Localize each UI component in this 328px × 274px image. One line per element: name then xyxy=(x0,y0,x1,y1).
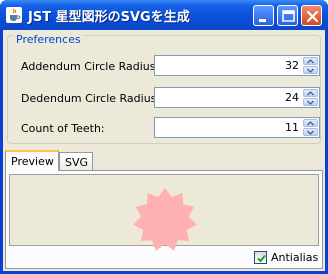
preview-canvas xyxy=(9,174,319,251)
teeth-count-spinner[interactable]: 11 xyxy=(154,117,320,138)
teeth-count-label: Count of Teeth: xyxy=(21,122,105,135)
spinner-buttons xyxy=(303,89,318,106)
spin-up-button[interactable] xyxy=(303,89,318,97)
antialias-label: Antialias xyxy=(271,251,319,264)
checkmark-icon xyxy=(257,254,266,263)
close-button[interactable] xyxy=(301,5,322,26)
app-window: JST 星型図形のSVGを生成 Preferences Addendum Cir… xyxy=(0,0,328,274)
spin-down-button[interactable] xyxy=(303,128,318,136)
dedendum-radius-value[interactable]: 24 xyxy=(285,91,299,104)
window-title: JST 星型図形のSVGを生成 xyxy=(28,10,190,25)
chevron-up-icon xyxy=(307,91,314,96)
spin-up-button[interactable] xyxy=(303,119,318,127)
addendum-radius-spinner[interactable]: 32 xyxy=(154,55,320,76)
spinner-buttons xyxy=(303,57,318,74)
maximize-button[interactable] xyxy=(277,5,298,26)
chevron-down-icon xyxy=(307,100,314,105)
chevron-down-icon xyxy=(307,68,314,73)
chevron-up-icon xyxy=(307,121,314,126)
addendum-radius-value[interactable]: 32 xyxy=(285,59,299,72)
addendum-radius-label: Addendum Circle Radius: xyxy=(21,60,160,73)
tab-preview[interactable]: Preview xyxy=(5,150,59,171)
title-bar[interactable]: JST 星型図形のSVGを生成 xyxy=(0,0,328,30)
dedendum-radius-spinner[interactable]: 24 xyxy=(154,87,320,108)
window-content: Preferences Addendum Circle Radius: 32 D… xyxy=(3,30,325,271)
minimize-icon xyxy=(259,19,266,22)
spin-down-button[interactable] xyxy=(303,66,318,74)
preview-tab-panel: Antialias xyxy=(5,170,323,269)
spinner-buttons xyxy=(303,119,318,136)
tab-svg-label: SVG xyxy=(65,156,89,169)
tab-svg[interactable]: SVG xyxy=(59,152,93,171)
chevron-up-icon xyxy=(307,59,314,64)
spin-up-button[interactable] xyxy=(303,57,318,65)
tab-preview-label: Preview xyxy=(11,155,54,168)
dedendum-radius-label: Dedendum Circle Radius: xyxy=(21,92,161,105)
chevron-down-icon xyxy=(307,130,314,135)
star-polygon xyxy=(133,188,197,251)
antialias-option[interactable]: Antialias xyxy=(254,250,319,266)
antialias-checkbox[interactable] xyxy=(254,251,267,264)
preferences-title: Preferences xyxy=(14,33,83,46)
star-shape xyxy=(133,188,197,251)
minimize-button[interactable] xyxy=(253,5,274,26)
teeth-count-value[interactable]: 11 xyxy=(285,121,299,134)
preferences-group: Preferences Addendum Circle Radius: 32 D… xyxy=(7,33,321,144)
spin-down-button[interactable] xyxy=(303,98,318,106)
close-icon xyxy=(306,10,319,23)
java-cup-icon[interactable] xyxy=(6,7,22,23)
maximize-icon xyxy=(282,10,295,22)
